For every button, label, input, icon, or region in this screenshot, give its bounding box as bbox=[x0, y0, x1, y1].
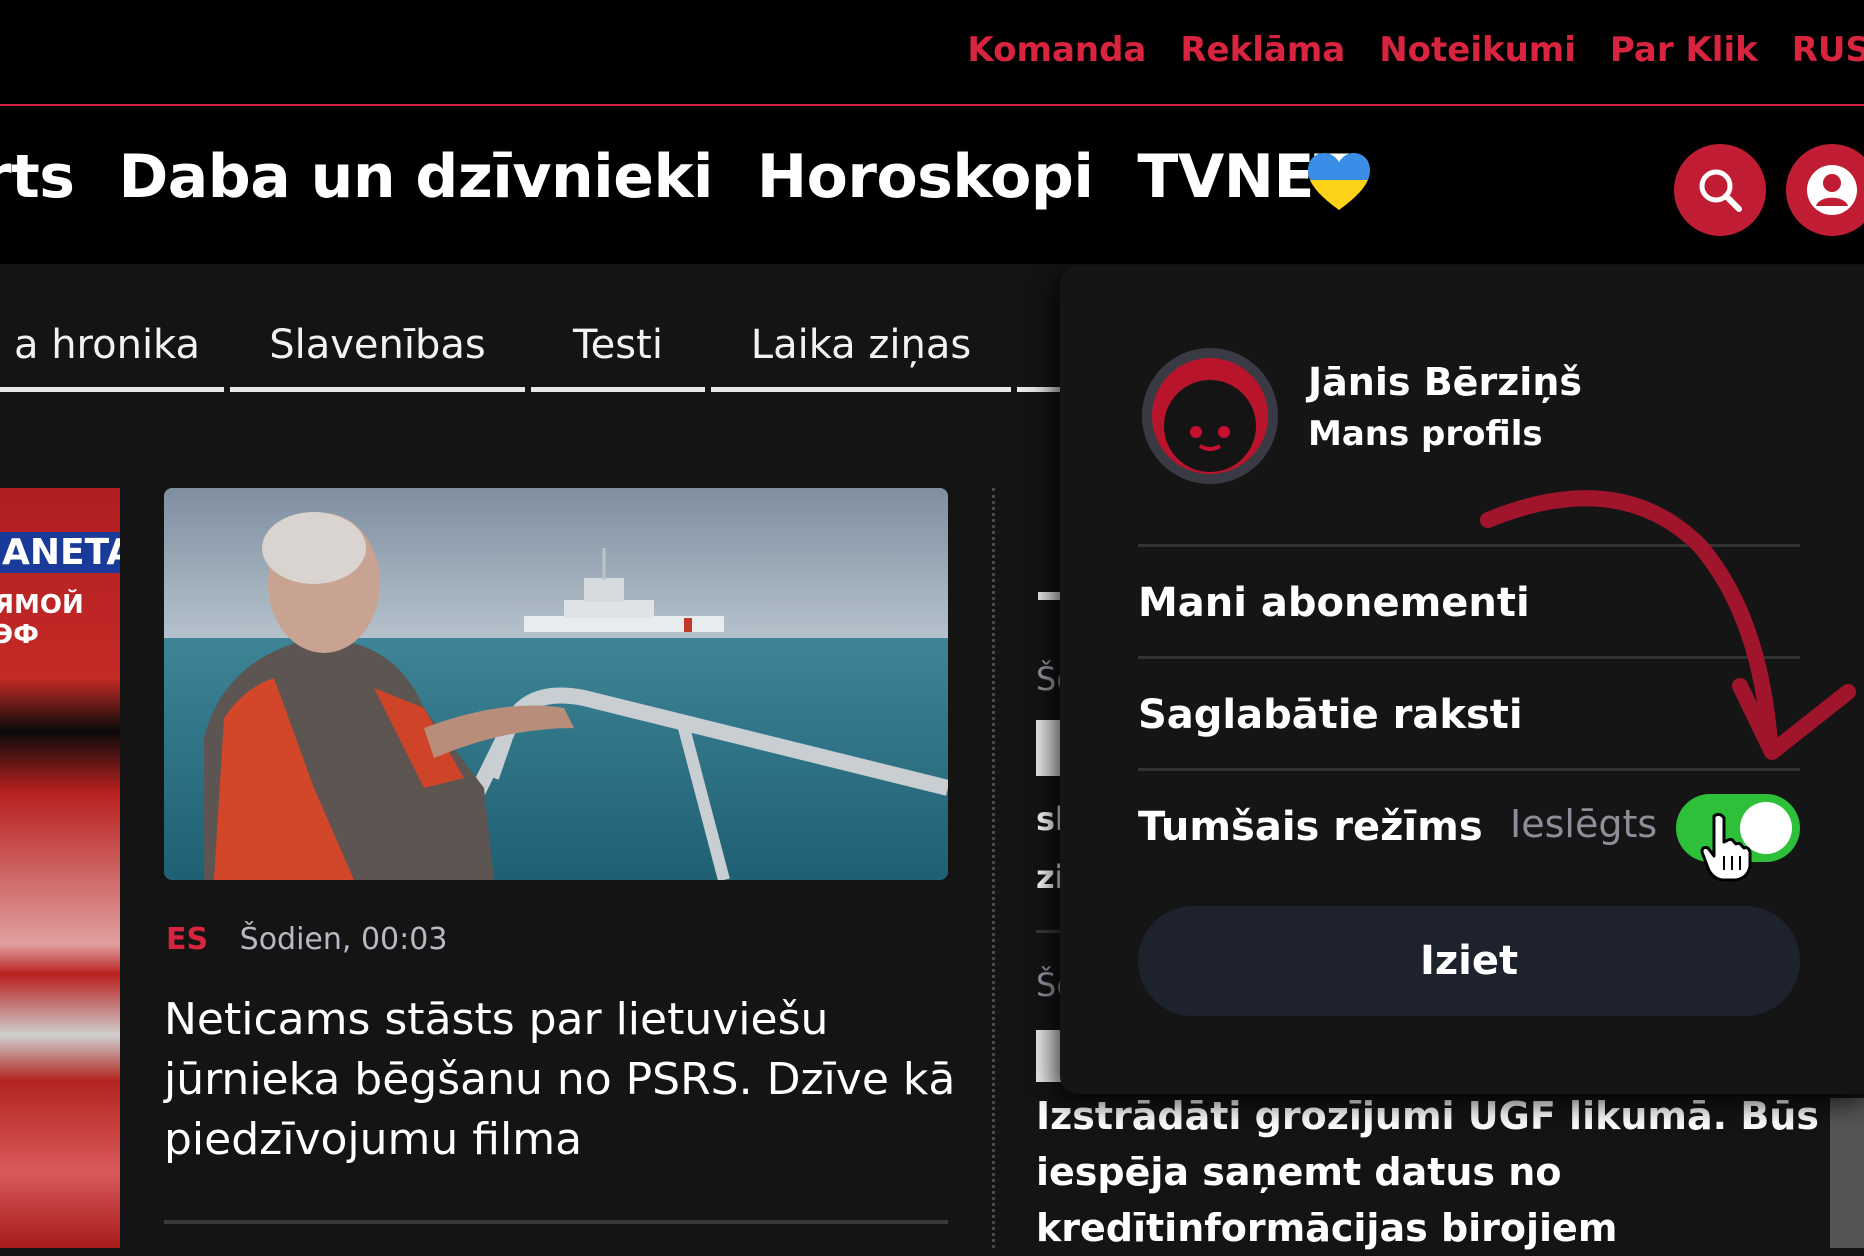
tab-slavenibas[interactable]: Slavenības bbox=[230, 316, 525, 392]
user-name: Jānis Bērziņš bbox=[1308, 360, 1582, 404]
my-profile-link[interactable]: Mans profils bbox=[1308, 414, 1543, 454]
category-badge[interactable]: ES bbox=[166, 922, 208, 957]
top-links: Komanda Reklāma Noteikumi Par Klik RUS bbox=[967, 30, 1864, 70]
sub-nav: a hronika Slavenības Testi Laika ziņas bbox=[0, 264, 1077, 404]
article-headline[interactable]: Neticams stāsts par lietuviešu jūrnieka … bbox=[164, 990, 964, 1170]
image-text: ANETA bbox=[0, 532, 120, 573]
image-text: ЯМОЙ ЭФ bbox=[0, 590, 84, 650]
article-image[interactable] bbox=[164, 488, 948, 880]
link-rus[interactable]: RUS bbox=[1792, 30, 1864, 70]
link-reklama[interactable]: Reklāma bbox=[1180, 30, 1345, 70]
hand-cursor-icon bbox=[1700, 812, 1752, 882]
main-nav-items: rts Daba un dzīvnieki Horoskopi TVNET bbox=[0, 142, 1355, 212]
avatar[interactable] bbox=[1140, 346, 1280, 486]
main-nav: rts Daba un dzīvnieki Horoskopi TVNET bbox=[0, 106, 1864, 264]
link-par-klik[interactable]: Par Klik bbox=[1610, 30, 1758, 70]
profile-button[interactable] bbox=[1786, 144, 1864, 236]
annotation-arrow-icon bbox=[1480, 490, 1856, 760]
tab-laika-zinas[interactable]: Laika ziņas bbox=[711, 316, 1011, 392]
top-utility-bar: Komanda Reklāma Noteikumi Par Klik RUS bbox=[0, 0, 1864, 106]
search-icon bbox=[1699, 169, 1742, 212]
ukraine-heart-icon[interactable] bbox=[1306, 150, 1372, 216]
partial-image bbox=[1830, 1098, 1864, 1248]
sea-boat-photo bbox=[164, 488, 948, 880]
article-headline[interactable]: Izstrādāti grozījumi UGF likumā. Būs ies… bbox=[1036, 1088, 1856, 1256]
search-button[interactable] bbox=[1674, 144, 1766, 236]
nav-item-horoskopi[interactable]: Horoskopi bbox=[757, 142, 1094, 212]
saved-articles-link[interactable]: Saglabātie raksti bbox=[1138, 692, 1523, 738]
partial-article-image[interactable]: ANETA ЯМОЙ ЭФ bbox=[0, 488, 120, 1248]
divider bbox=[164, 1220, 948, 1224]
link-noteikumi[interactable]: Noteikumi bbox=[1379, 30, 1576, 70]
tab-hronika[interactable]: a hronika bbox=[0, 316, 224, 392]
user-icon bbox=[1807, 165, 1857, 215]
column-divider bbox=[992, 488, 995, 1248]
nav-item-daba[interactable]: Daba un dzīvnieki bbox=[118, 142, 713, 212]
article-time: Šodien, 00:03 bbox=[239, 922, 448, 957]
nav-item-sports[interactable]: rts bbox=[0, 142, 75, 212]
logout-label: Iziet bbox=[1419, 938, 1519, 984]
tab-testi[interactable]: Testi bbox=[531, 316, 705, 392]
dark-mode-status: Ieslēgts bbox=[1510, 802, 1658, 846]
dark-mode-label: Tumšais režīms bbox=[1138, 804, 1483, 850]
logout-button[interactable]: Iziet bbox=[1138, 906, 1800, 1016]
article-meta: ES Šodien, 00:03 bbox=[166, 922, 447, 957]
link-komanda[interactable]: Komanda bbox=[967, 30, 1146, 70]
